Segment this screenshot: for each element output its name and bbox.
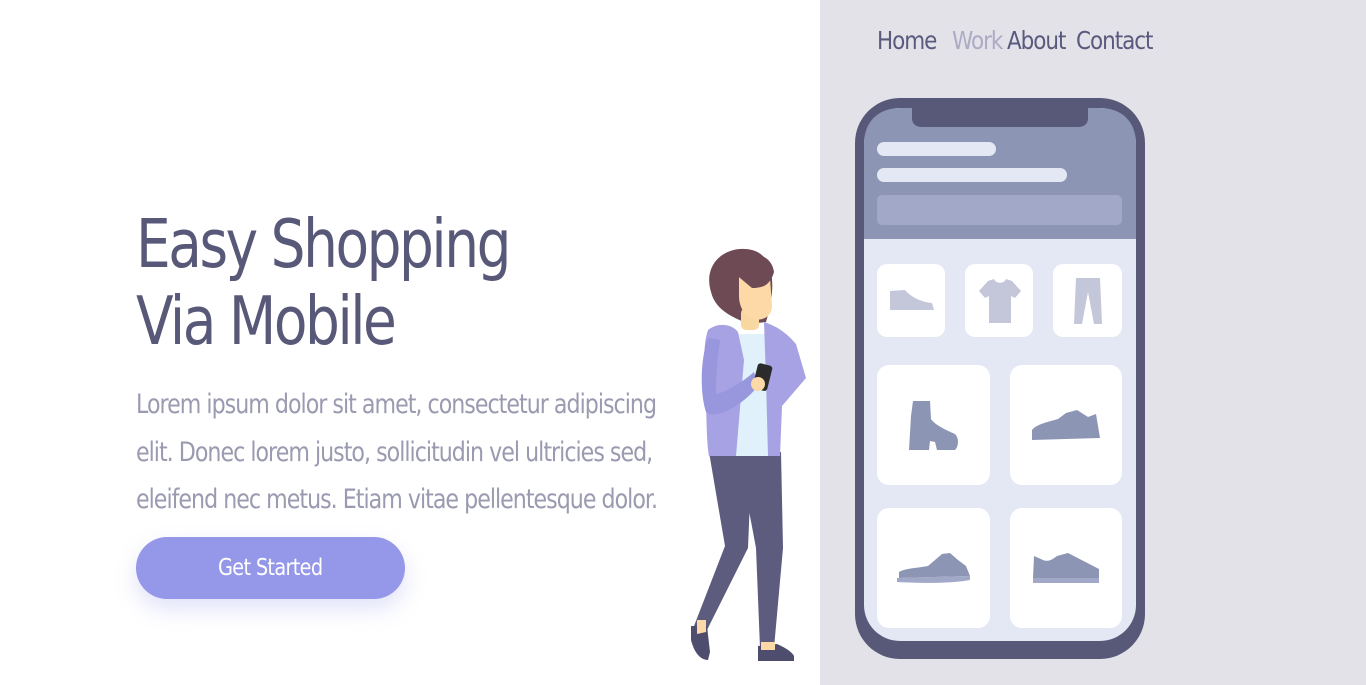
hero-right-panel — [820, 0, 1366, 685]
get-started-button[interactable]: Get Started — [136, 537, 405, 599]
hero-description-line3: eleifend nec metus. Etiam vitae pellente… — [136, 484, 658, 515]
main-nav: Home Work About Contact — [877, 26, 1165, 55]
nav-item-contact[interactable]: Contact — [1076, 26, 1153, 55]
nav-item-home[interactable]: Home — [877, 26, 937, 55]
get-started-label: Get Started — [218, 555, 323, 581]
woman-figure — [691, 248, 806, 661]
hero-description-line2: elit. Donec lorem justo, sollicitudin ve… — [136, 436, 653, 468]
hero-description-line1: Lorem ipsum dolor sit amet, consectetur … — [136, 389, 657, 420]
hero-title-line2: Via Mobile — [136, 282, 397, 360]
hero-title-line1: Easy Shopping — [136, 205, 511, 283]
nav-item-work[interactable]: Work — [952, 26, 1003, 55]
hero-description: Lorem ipsum dolor sit amet, consectetur … — [136, 381, 661, 524]
hero-title: Easy Shopping Via Mobile — [136, 205, 511, 360]
nav-item-about[interactable]: About — [1007, 26, 1066, 55]
